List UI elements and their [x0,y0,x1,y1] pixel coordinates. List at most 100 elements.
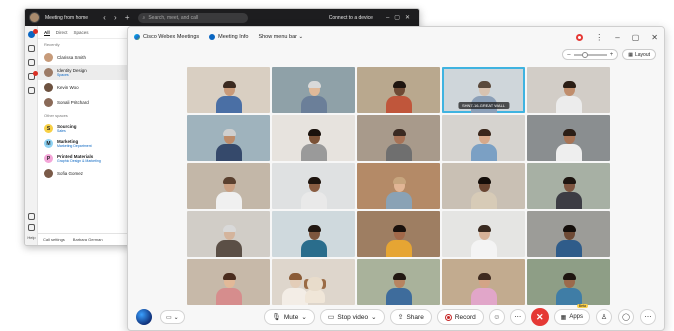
participant-tile[interactable] [357,67,440,113]
meeting-window: Cisco Webex Meetings Meeting Info Show m… [127,26,665,331]
list-item[interactable]: Sonali Pritchard [38,95,141,110]
teams-icon[interactable] [27,45,35,52]
minimize-icon[interactable]: – [615,33,619,42]
connect-device-button[interactable]: Connect to a device [329,15,373,21]
participant-tile[interactable] [527,115,610,161]
participant-tile[interactable] [272,115,355,161]
end-call-button[interactable]: ✕ [530,308,549,326]
participant-tile[interactable] [272,163,355,209]
participant-tile[interactable] [357,115,440,161]
layout-button[interactable]: ▦ Layout [622,49,656,60]
contact-name: Clarissa Smith [57,55,87,60]
mute-label: Mute [283,313,299,321]
avatar [44,53,53,62]
participant-tile[interactable]: SHN7-16-GREAT WALL [442,67,525,113]
zoom-in-icon[interactable]: + [610,52,614,58]
captions-icon: ▭ [166,314,172,321]
current-user[interactable]: Barbara German [73,237,103,242]
participant-tile[interactable] [187,115,270,161]
mute-button[interactable]: 🎙 Mute ⌄ [264,309,315,325]
more-options-button[interactable]: ⋯ [509,309,526,325]
participant-tile[interactable] [187,211,270,257]
apps-button[interactable]: Beta ▦ Apps [553,304,590,325]
microphone-icon: 🎙 [272,314,281,321]
stop-video-label: Stop video [337,313,369,321]
participant-tile[interactable] [187,259,270,305]
show-menu-bar-button[interactable]: Show menu bar ⌄ [258,34,303,40]
menu-label: Show menu bar [258,34,297,40]
participant-tile[interactable] [187,163,270,209]
list-item[interactable]: Sofia Gomez [38,166,141,181]
list-item[interactable]: Kevin Woo [38,80,141,95]
list-item[interactable]: Clarissa Smith [38,50,141,65]
nav-arrows-icon[interactable]: ‹ › + [103,13,132,22]
apps-label: Apps [569,314,583,320]
zoom-track[interactable] [573,51,607,58]
participant-tile[interactable] [442,115,525,161]
camera-icon: ▭ [327,314,335,321]
list-item[interactable]: M Marketing Marketing Department [38,136,141,151]
webex-assistant-icon[interactable] [136,309,152,325]
captions-button[interactable]: ▭ ⌄ [160,310,185,324]
more-icon[interactable]: ⋮ [595,33,603,42]
participant-tile[interactable] [442,259,525,305]
call-settings-link[interactable]: Call settings [43,237,65,242]
beta-badge: Beta [576,304,588,308]
participant-tile[interactable] [527,259,610,305]
participant-tile[interactable] [527,67,610,113]
space-name: Sofia Gomez [57,171,84,176]
window-controls-icon[interactable]: –▢✕ [386,14,415,21]
messaging-icon[interactable] [27,29,38,38]
zoom-out-icon[interactable]: – [567,52,570,58]
share-button[interactable]: ⇪ Share [389,309,432,325]
list-item[interactable]: P Printed Materials Graphic Design & Mar… [38,151,141,166]
contact-name: Sonali Pritchard [57,100,89,105]
avatar [44,68,53,77]
participant-tile[interactable] [527,211,610,257]
more-icon: ⋯ [644,314,652,321]
participant-tile[interactable] [527,163,610,209]
tab-all[interactable]: All [44,30,50,36]
participant-video [384,77,414,113]
space-avatar: P [44,154,53,163]
participant-tile[interactable] [357,163,440,209]
zoom-slider[interactable]: – + [562,49,619,60]
more-panels-button[interactable]: ⋯ [640,309,656,325]
participant-tile[interactable] [442,211,525,257]
user-avatar[interactable] [29,12,40,23]
participants-button[interactable]: ♙ [596,309,612,325]
tab-direct[interactable]: Direct [56,30,68,36]
list-item[interactable]: S Sourcing Sales [38,121,141,136]
zoom-knob[interactable] [581,51,588,58]
reactions-button[interactable]: ☺ [488,309,505,325]
participant-tile[interactable] [442,163,525,209]
participant-tile[interactable] [357,259,440,305]
calendar-icon[interactable] [27,87,35,94]
contacts-icon[interactable] [27,59,35,66]
apps-grid-icon[interactable] [28,213,35,220]
chat-button[interactable]: ◯ [618,309,634,325]
participant-tile[interactable] [272,67,355,113]
meeting-info-button[interactable]: Meeting Info [209,34,248,40]
tab-spaces[interactable]: Spaces [74,30,89,36]
list-item[interactable]: Identity Design Spaces [38,65,141,80]
stop-video-button[interactable]: ▭ Stop video ⌄ [319,309,385,325]
record-button[interactable]: Record [436,309,484,325]
maximize-icon[interactable]: ▢ [632,33,640,42]
status-text[interactable]: Meeting from home [45,15,88,21]
participant-tile[interactable] [357,211,440,257]
apps-grid-icon: ▦ [560,314,567,321]
desktop: Meeting from home ‹ › + ⌕ Search, meet, … [0,0,674,331]
close-icon[interactable]: ✕ [651,33,658,42]
participant-tile[interactable] [187,67,270,113]
space-avatar [44,169,53,178]
participant-tile[interactable] [272,259,355,305]
participant-video [384,173,414,209]
search-input[interactable]: ⌕ Search, meet, and call [137,12,248,23]
participant-tile[interactable] [272,211,355,257]
space-sub: Graphic Design & Marketing [57,159,101,163]
participant-video [299,77,329,113]
calls-icon[interactable] [27,71,38,80]
help-icon[interactable] [28,224,35,231]
share-icon: ⇪ [397,314,404,321]
